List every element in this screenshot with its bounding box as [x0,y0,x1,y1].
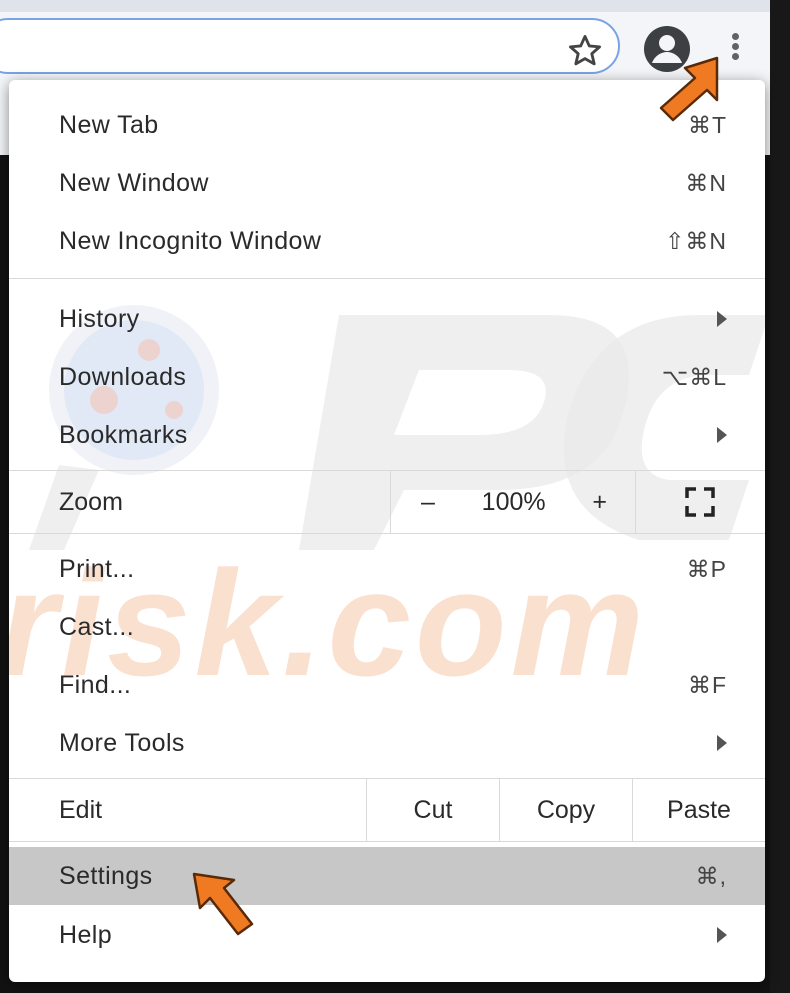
menu-item-label: Help [59,920,113,949]
menu-item-label: More Tools [59,728,185,757]
menu-item-label: Bookmarks [59,420,188,449]
menu-item-find[interactable]: Find... ⌘F [9,656,765,714]
menu-item-cast[interactable]: Cast... [9,598,765,656]
edit-label: Edit [59,796,103,824]
menu-item-label: Cast... [59,612,135,641]
kebab-menu-icon[interactable] [722,30,748,70]
menu-item-new-incognito-window[interactable]: New Incognito Window ⇧⌘N [9,212,765,270]
tab-strip-edge [0,0,790,12]
menu-separator [9,278,765,279]
paste-button[interactable]: Paste [632,779,765,841]
menu-item-label: Find... [59,670,132,699]
menu-item-new-window[interactable]: New Window ⌘N [9,154,765,212]
zoom-level: 100% [481,487,546,516]
menu-item-shortcut: ⌘F [687,671,727,698]
window-edge [770,0,790,993]
fullscreen-icon[interactable] [685,487,715,517]
menu-item-history[interactable]: History [9,290,765,348]
menu-item-label: Downloads [59,362,187,391]
zoom-label: Zoom [59,488,123,516]
zoom-row: Zoom – 100% + [9,471,765,533]
submenu-arrow-icon [717,927,727,943]
menu-item-shortcut: ⌘T [687,111,727,138]
cut-button[interactable]: Cut [366,779,499,841]
zoom-controls: – 100% + [390,471,636,533]
address-bar[interactable] [0,18,620,74]
star-icon[interactable] [566,32,604,70]
submenu-arrow-icon [717,427,727,443]
copy-button[interactable]: Copy [499,779,632,841]
menu-separator [9,841,765,842]
zoom-in-button[interactable]: + [592,488,607,517]
menu-item-label: New Incognito Window [59,226,322,255]
menu-item-shortcut: ⇧⌘N [665,227,727,254]
menu-item-settings[interactable]: Settings ⌘, [9,847,765,905]
menu-item-label: New Window [59,168,209,197]
menu-item-new-tab[interactable]: New Tab ⌘T [9,96,765,154]
menu-item-print[interactable]: Print... ⌘P [9,540,765,598]
menu-item-shortcut: ⌘N [685,169,727,196]
menu-item-shortcut: ⌘, [695,862,727,889]
menu-item-label: Print... [59,554,135,583]
edit-row: Edit Cut Copy Paste [9,779,765,841]
menu-item-label: New Tab [59,110,159,139]
menu-separator [9,533,765,534]
menu-item-bookmarks[interactable]: Bookmarks [9,406,765,464]
chrome-main-menu: risk.com New Tab ⌘T New Window ⌘N New In… [9,80,765,982]
menu-item-downloads[interactable]: Downloads ⌥⌘L [9,348,765,406]
menu-item-shortcut: ⌥⌘L [661,363,727,390]
avatar-icon[interactable] [643,25,691,73]
menu-item-label: History [59,304,140,333]
menu-item-help[interactable]: Help [9,906,765,964]
submenu-arrow-icon [717,735,727,751]
menu-item-more-tools[interactable]: More Tools [9,714,765,772]
menu-item-label: Settings [59,861,153,890]
submenu-arrow-icon [717,311,727,327]
menu-item-shortcut: ⌘P [686,555,727,582]
zoom-out-button[interactable]: – [421,488,435,517]
